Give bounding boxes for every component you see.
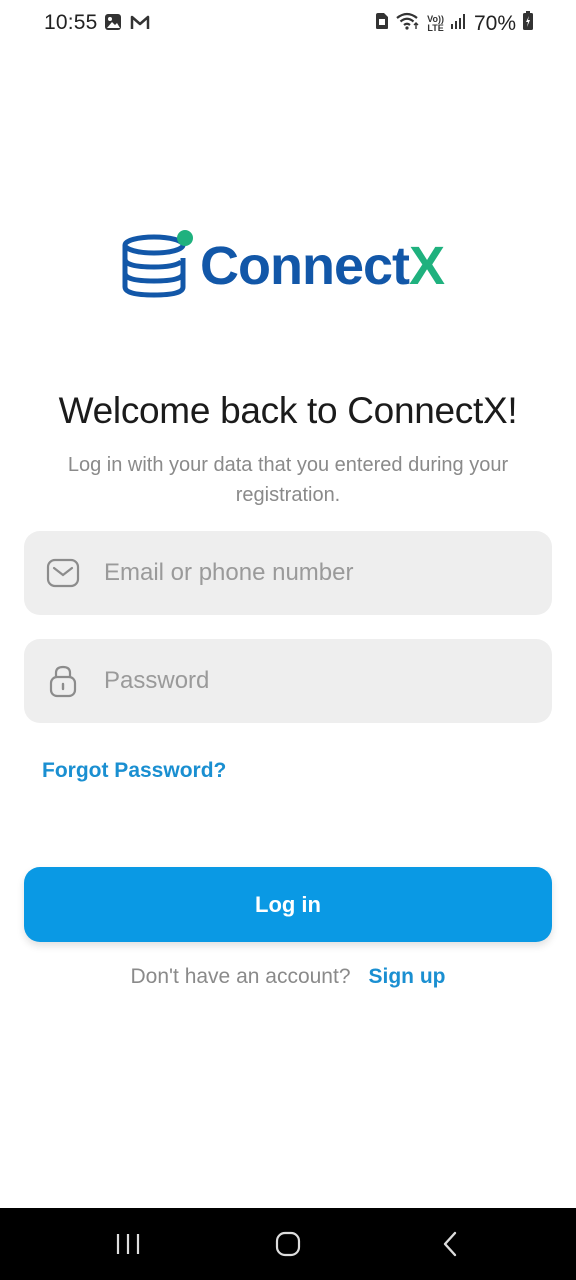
wifi-icon — [395, 12, 421, 35]
forgot-password-link[interactable]: Forgot Password? — [42, 759, 226, 783]
signup-link[interactable]: Sign up — [369, 965, 446, 988]
recents-icon — [116, 1234, 140, 1254]
email-input[interactable] — [102, 558, 506, 588]
login-button[interactable]: Log in — [24, 867, 552, 942]
back-icon — [443, 1231, 457, 1257]
home-button[interactable] — [238, 1208, 338, 1280]
page-title: Welcome back to ConnectX! — [58, 390, 518, 431]
logo-text-accent: X — [409, 236, 445, 296]
signal-icon — [450, 12, 468, 35]
password-input[interactable] — [102, 666, 506, 696]
sim-icon — [375, 12, 389, 35]
status-time: 10:55 — [44, 11, 98, 34]
back-button[interactable] — [400, 1208, 500, 1280]
status-bar: 10:55 Vo)) LTE 70% — [0, 0, 576, 48]
signup-row: Don't have an account? Sign up — [0, 965, 576, 989]
logo-wordmark: ConnectX — [200, 234, 445, 298]
email-field[interactable] — [24, 531, 552, 615]
mail-icon — [44, 554, 82, 592]
navigation-bar — [0, 1208, 576, 1280]
logo-text-main: Connect — [200, 236, 410, 296]
app-logo: ConnectX — [122, 228, 452, 302]
password-field[interactable] — [24, 639, 552, 723]
battery-icon — [522, 11, 534, 36]
volte-label-bottom: LTE — [427, 22, 444, 33]
recents-button[interactable] — [78, 1208, 178, 1280]
gmail-icon — [130, 14, 150, 35]
page-subtitle: Log in with your data that you entered d… — [67, 454, 509, 506]
database-logo-icon — [122, 230, 193, 298]
home-icon — [275, 1231, 301, 1257]
gallery-icon — [104, 13, 122, 36]
battery-percent: 70% — [473, 11, 516, 35]
signup-prompt: Don't have an account? — [130, 965, 351, 988]
volte-icon: Vo)) LTE — [427, 14, 444, 33]
lock-icon — [44, 662, 82, 700]
